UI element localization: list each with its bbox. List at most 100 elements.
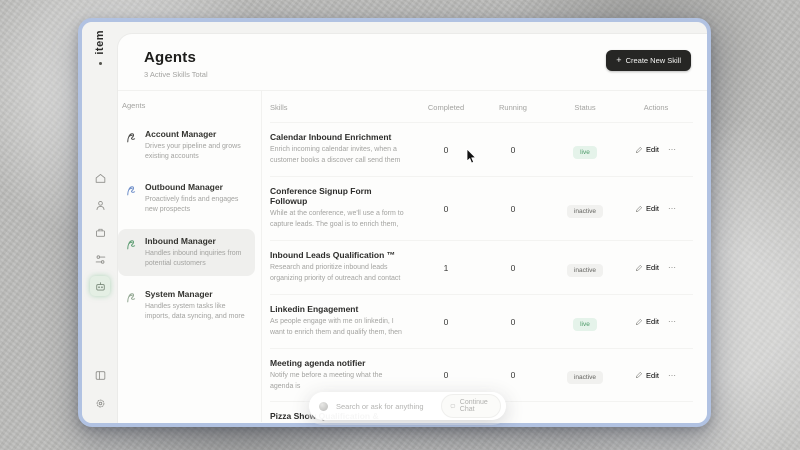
content-split: Agents Account Manager Drives your pipel… bbox=[118, 91, 707, 422]
agent-description: Handles system tasks like imports, data … bbox=[145, 302, 249, 322]
agents-sidebar: Agents Account Manager Drives your pipel… bbox=[118, 91, 262, 422]
column-header-skills: Skills bbox=[270, 103, 417, 112]
skills-table-header: Skills Completed Running Status Actions bbox=[270, 91, 693, 122]
edit-label: Edit bbox=[646, 317, 659, 326]
skill-completed-count: 1 bbox=[417, 263, 475, 273]
nav-icons bbox=[82, 168, 118, 296]
status-badge: inactive bbox=[567, 205, 603, 218]
skill-title: Calendar Inbound Enrichment bbox=[270, 132, 407, 142]
edit-button[interactable]: Edit bbox=[635, 145, 659, 154]
agent-sketch-icon bbox=[124, 237, 139, 252]
skill-row[interactable]: Calendar Inbound Enrichment Enrich incom… bbox=[270, 122, 693, 176]
agent-list-item[interactable]: System Manager Handles system tasks like… bbox=[118, 282, 255, 329]
pencil-icon bbox=[635, 371, 643, 379]
agent-list-item[interactable]: Account Manager Drives your pipeline and… bbox=[118, 122, 255, 169]
edit-button[interactable]: Edit bbox=[635, 263, 659, 272]
agent-description: Proactively finds and engages new prospe… bbox=[145, 195, 249, 215]
pencil-icon bbox=[635, 264, 643, 272]
edit-button[interactable]: Edit bbox=[635, 371, 659, 380]
more-actions-button[interactable]: ⋯ bbox=[668, 371, 677, 380]
pencil-icon bbox=[635, 146, 643, 154]
status-badge: inactive bbox=[567, 264, 603, 277]
skill-running-count: 0 bbox=[475, 145, 551, 155]
continue-chat-label: Continue Chat bbox=[460, 399, 492, 413]
skill-title: Inbound Leads Qualification ™ bbox=[270, 250, 407, 260]
column-header-running: Running bbox=[475, 103, 551, 112]
status-badge: inactive bbox=[567, 371, 603, 384]
skill-running-count: 0 bbox=[475, 263, 551, 273]
agent-list-item[interactable]: Inbound Manager Handles inbound inquirie… bbox=[118, 229, 255, 276]
integrations-icon[interactable] bbox=[90, 249, 110, 269]
column-header-actions: Actions bbox=[619, 103, 693, 112]
status-badge: live bbox=[573, 318, 597, 331]
skill-row[interactable]: Linkedin Engagement As people engage wit… bbox=[270, 294, 693, 348]
more-actions-button[interactable]: ⋯ bbox=[668, 317, 677, 326]
page-header: Agents 3 Active Skills Total + Create Ne… bbox=[118, 34, 707, 91]
settings-gear-icon[interactable] bbox=[90, 393, 110, 413]
brand-logo: item bbox=[82, 30, 118, 65]
skill-completed-count: 0 bbox=[417, 317, 475, 327]
skill-completed-count: 0 bbox=[417, 204, 475, 214]
pencil-icon bbox=[635, 205, 643, 213]
create-new-skill-label: Create New Skill bbox=[626, 56, 681, 65]
brand-logo-dot bbox=[99, 62, 102, 65]
home-icon[interactable] bbox=[90, 168, 110, 188]
edit-label: Edit bbox=[646, 263, 659, 272]
agent-name: System Manager bbox=[145, 289, 249, 299]
collapse-sidebar-icon[interactable] bbox=[90, 365, 110, 385]
nav-rail: item bbox=[82, 22, 118, 423]
nav-bottom-icons bbox=[82, 365, 118, 413]
page-subtitle: 3 Active Skills Total bbox=[144, 70, 689, 79]
skill-running-count: 0 bbox=[475, 317, 551, 327]
more-actions-button[interactable]: ⋯ bbox=[668, 204, 677, 213]
create-new-skill-button[interactable]: + Create New Skill bbox=[606, 50, 691, 71]
more-actions-button[interactable]: ⋯ bbox=[668, 145, 677, 154]
search-input[interactable] bbox=[328, 402, 441, 411]
chat-icon bbox=[450, 402, 456, 410]
agent-sketch-icon bbox=[124, 130, 139, 145]
skills-table: Skills Completed Running Status Actions … bbox=[262, 91, 707, 422]
agent-sketch-icon bbox=[124, 290, 139, 305]
skill-description: Research and prioritize inbound leads or… bbox=[270, 263, 407, 285]
agent-name: Inbound Manager bbox=[145, 236, 249, 246]
skill-description: While at the conference, we'll use a for… bbox=[270, 209, 407, 231]
agents-robot-icon[interactable] bbox=[90, 276, 110, 296]
skill-title: Linkedin Engagement bbox=[270, 304, 407, 314]
continue-chat-button[interactable]: Continue Chat bbox=[441, 394, 501, 418]
more-actions-button[interactable]: ⋯ bbox=[668, 263, 677, 272]
skill-completed-count: 0 bbox=[417, 145, 475, 155]
main-panel: Agents 3 Active Skills Total + Create Ne… bbox=[118, 34, 707, 423]
contacts-icon[interactable] bbox=[90, 195, 110, 215]
skill-running-count: 0 bbox=[475, 204, 551, 214]
agent-list-item[interactable]: Outbound Manager Proactively finds and e… bbox=[118, 175, 255, 222]
agent-sketch-icon bbox=[124, 183, 139, 198]
edit-button[interactable]: Edit bbox=[635, 317, 659, 326]
assistant-orb-icon bbox=[319, 402, 328, 411]
edit-label: Edit bbox=[646, 371, 659, 380]
column-header-completed: Completed bbox=[417, 103, 475, 112]
skill-description: Enrich incoming calendar invites, when a… bbox=[270, 145, 407, 167]
company-icon[interactable] bbox=[90, 222, 110, 242]
skill-running-count: 0 bbox=[475, 370, 551, 380]
pencil-icon bbox=[635, 318, 643, 326]
agent-description: Drives your pipeline and grows existing … bbox=[145, 142, 249, 162]
agent-description: Handles inbound inquiries from potential… bbox=[145, 249, 249, 269]
skill-title: Meeting agenda notifier bbox=[270, 358, 407, 368]
skill-completed-count: 0 bbox=[417, 370, 475, 380]
desktop: { "colors": { "window_border": "#b1c2e2"… bbox=[0, 0, 800, 450]
skill-description: As people engage with me on linkedin, I … bbox=[270, 317, 407, 339]
status-badge: live bbox=[573, 146, 597, 159]
brand-logo-text: item bbox=[94, 30, 106, 55]
skill-description: Notify me before a meeting what the agen… bbox=[270, 371, 407, 392]
plus-icon: + bbox=[616, 56, 621, 65]
column-header-status: Status bbox=[551, 103, 619, 112]
edit-button[interactable]: Edit bbox=[635, 204, 659, 213]
edit-label: Edit bbox=[646, 145, 659, 154]
edit-label: Edit bbox=[646, 204, 659, 213]
command-bar: Continue Chat bbox=[309, 392, 506, 420]
skill-row[interactable]: Conference Signup Form Followup While at… bbox=[270, 176, 693, 240]
app-window: item bbox=[78, 18, 711, 427]
agent-name: Outbound Manager bbox=[145, 182, 249, 192]
skill-title: Conference Signup Form Followup bbox=[270, 186, 407, 206]
skill-row[interactable]: Inbound Leads Qualification ™ Research a… bbox=[270, 240, 693, 294]
